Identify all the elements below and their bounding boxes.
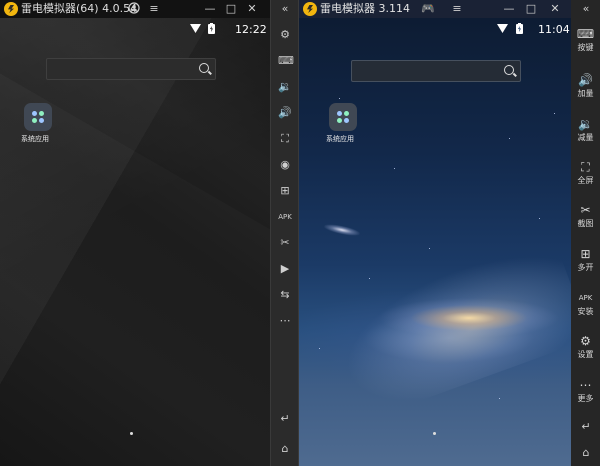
sidebar-item-install[interactable]: APK 安装 <box>571 290 600 317</box>
page-indicator <box>433 432 436 435</box>
back-icon[interactable]: ↵ <box>278 412 292 426</box>
more-icon: ⋯ <box>579 378 592 392</box>
fullscreen-icon: ⛶ <box>581 160 590 174</box>
sidebar-item-keys[interactable]: ⌨ 按键 <box>571 26 600 53</box>
keyboard-icon[interactable]: ⌨ <box>278 54 294 68</box>
sidebar-item-settings[interactable]: ⚙ 设置 <box>571 333 600 360</box>
sidebar-label: 截图 <box>577 219 594 228</box>
battery-icon <box>208 23 215 34</box>
user-account-icon[interactable] <box>127 2 141 16</box>
back-icon[interactable]: ↵ <box>579 420 593 434</box>
sync-icon[interactable]: ⇆ <box>278 288 292 302</box>
sidebar-label: 多开 <box>577 263 594 272</box>
sidebar-label: 减量 <box>577 133 594 142</box>
sidebar-item-volume-down[interactable]: 🔉 减量 <box>571 116 600 143</box>
apk-icon: APK <box>578 294 593 302</box>
sidebar-label: 更多 <box>577 394 594 403</box>
menu-icon[interactable]: ≡ <box>147 2 161 16</box>
system-apps-icon[interactable] <box>24 103 52 131</box>
keyboard-icon: ⌨ <box>576 27 595 41</box>
minimize-button[interactable]: — <box>502 2 516 16</box>
star <box>319 348 320 349</box>
page-indicator <box>130 432 133 435</box>
right-title-bar[interactable]: 雷电模拟器 3.114 🎮 ≡ — □ ✕ <box>299 0 571 18</box>
star <box>394 168 395 169</box>
sidebar-item-volume-up[interactable]: 🔊 加量 <box>571 72 600 99</box>
home-icon[interactable]: ⌂ <box>579 446 593 460</box>
sidebar-item-fullscreen[interactable]: ⛶ 全屏 <box>571 159 600 186</box>
wifi-icon <box>497 24 508 33</box>
maximize-button[interactable]: □ <box>524 2 538 16</box>
search-bar[interactable] <box>46 58 216 80</box>
small-galaxy <box>323 222 361 238</box>
sidebar-item-multi-open[interactable]: ⊞ 多开 <box>571 246 600 273</box>
video-icon[interactable]: ▶ <box>278 262 292 276</box>
wifi-icon <box>190 24 201 33</box>
volume-up-icon: 🔊 <box>578 73 593 87</box>
system-apps-label[interactable]: 系统应用 <box>21 134 49 144</box>
fullscreen-icon[interactable]: ⛶ <box>278 132 292 146</box>
more-icon[interactable]: ⋯ <box>278 314 292 328</box>
sidebar-label: 设置 <box>577 350 594 359</box>
multi-open-icon[interactable]: ⊞ <box>278 184 292 198</box>
star <box>369 278 370 279</box>
clock: 11:04 <box>538 23 570 36</box>
star <box>539 218 540 219</box>
gear-icon: ⚙ <box>580 334 591 348</box>
gamepad-icon[interactable]: 🎮 <box>421 2 435 16</box>
screenshot-icon[interactable]: ✂ <box>278 236 292 250</box>
right-side-toolbar: « ⌨ 按键 🔊 加量 🔉 减量 ⛶ 全屏 ✂ 截图 ⊞ 多开 APK 安装 ⚙… <box>571 0 600 466</box>
leidian-logo-icon <box>4 2 18 16</box>
scissors-icon: ✂ <box>580 203 591 217</box>
volume-down-icon: 🔉 <box>578 117 593 131</box>
left-title-bar[interactable]: 雷电模拟器(64) 4.0.54 ≡ — □ ✕ <box>0 0 270 18</box>
star <box>499 398 500 399</box>
galaxy-wallpaper <box>327 235 571 421</box>
minimize-button[interactable]: — <box>203 2 217 16</box>
collapse-icon[interactable]: « <box>278 2 292 16</box>
search-icon[interactable] <box>504 65 514 75</box>
star <box>554 113 555 114</box>
sidebar-label: 加量 <box>577 89 594 98</box>
volume-down-icon[interactable]: 🔉 <box>278 80 292 94</box>
close-button[interactable]: ✕ <box>548 2 562 16</box>
system-apps-icon[interactable] <box>329 103 357 131</box>
star <box>509 138 510 139</box>
sidebar-label: 全屏 <box>577 176 594 185</box>
left-window-title: 雷电模拟器(64) 4.0.54 <box>21 2 138 15</box>
collapse-icon[interactable]: « <box>579 2 593 16</box>
leidian-logo-icon <box>303 2 317 16</box>
right-home-screen <box>299 18 571 466</box>
sidebar-item-screenshot[interactable]: ✂ 截图 <box>571 202 600 229</box>
search-bar[interactable] <box>351 60 521 82</box>
clock: 12:22 <box>235 23 267 36</box>
sidebar-label: 安装 <box>577 307 594 316</box>
wallpaper-facet <box>0 18 270 466</box>
battery-icon <box>516 23 523 34</box>
right-emulator-window: 雷电模拟器 3.114 🎮 ≡ — □ ✕ 11:04 系统应用 <box>299 0 571 466</box>
sidebar-label: 按键 <box>577 43 594 52</box>
search-icon[interactable] <box>199 63 209 73</box>
left-emulator-window: 雷电模拟器(64) 4.0.54 ≡ — □ ✕ 12:22 系统应用 <box>0 0 270 466</box>
sidebar-item-more[interactable]: ⋯ 更多 <box>571 377 600 404</box>
apk-icon[interactable]: APK <box>278 210 292 224</box>
left-side-toolbar: « ⚙ ⌨ 🔉 🔊 ⛶ ◉ ⊞ APK ✂ ▶ ⇆ ⋯ ↵ ⌂ <box>270 0 299 466</box>
right-window-title: 雷电模拟器 3.114 <box>320 2 410 15</box>
settings-gear-icon[interactable]: ⚙ <box>278 28 292 42</box>
maximize-button[interactable]: □ <box>224 2 238 16</box>
home-icon[interactable]: ⌂ <box>278 442 292 456</box>
record-icon[interactable]: ◉ <box>278 158 292 172</box>
menu-icon[interactable]: ≡ <box>450 2 464 16</box>
close-button[interactable]: ✕ <box>245 2 259 16</box>
multi-open-icon: ⊞ <box>580 247 591 261</box>
volume-up-icon[interactable]: 🔊 <box>278 106 292 120</box>
star <box>339 98 340 99</box>
system-apps-label[interactable]: 系统应用 <box>326 134 354 144</box>
star <box>429 248 430 249</box>
